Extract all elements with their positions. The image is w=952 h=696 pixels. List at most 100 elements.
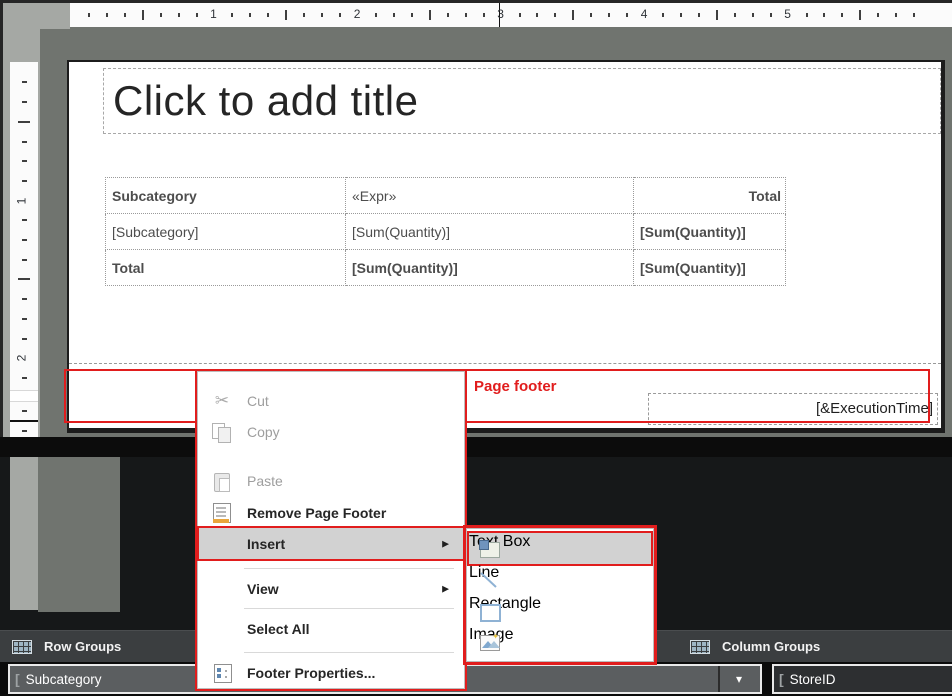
ruler-tick	[22, 180, 27, 182]
tablix-cell[interactable]: [Sum(Quantity)]	[346, 214, 634, 250]
surface-remnant	[38, 457, 120, 612]
submenu-item-line[interactable]: Line	[469, 564, 651, 595]
page-footer-annotation-label: Page footer	[474, 378, 557, 395]
menu-item-label: Insert	[247, 536, 285, 552]
ruler-tick	[249, 13, 251, 17]
ruler-tick	[178, 13, 180, 17]
menu-item-insert[interactable]: Insert ▶	[199, 528, 463, 559]
submenu-item-text-box[interactable]: Text Box	[469, 533, 651, 564]
ruler-tick	[321, 13, 323, 17]
tablix-cell[interactable]: Subcategory	[106, 178, 346, 214]
paste-icon	[211, 471, 233, 491]
ruler-tick	[285, 10, 287, 20]
menu-item-label: Footer Properties...	[247, 665, 375, 681]
ruler-number: 3	[497, 7, 504, 21]
ruler-tick	[22, 318, 27, 320]
submenu-arrow-icon: ▶	[442, 538, 449, 549]
group-bracket-icon: [	[15, 671, 20, 687]
ruler-tick	[806, 13, 808, 17]
group-dropdown-button[interactable]: ▾	[718, 666, 758, 692]
submenu-item-image[interactable]: ✦ Image	[469, 626, 651, 657]
group-bracket-icon: [	[779, 671, 784, 687]
column-group-item-label: StoreID	[790, 672, 836, 687]
ruler-tick	[608, 13, 610, 17]
rectangle-icon	[479, 602, 499, 620]
tablix-cell[interactable]: [Sum(Quantity)]	[634, 214, 786, 250]
ruler-remnant	[10, 457, 38, 610]
tablix-total-row: Total [Sum(Quantity)] [Sum(Quantity)]	[106, 250, 786, 286]
ruler-tick	[124, 13, 126, 17]
tablix-cell[interactable]: [Subcategory]	[106, 214, 346, 250]
menu-item-label: Select All	[247, 621, 310, 637]
ruler-tick	[231, 13, 233, 17]
tablix-cell[interactable]: [Sum(Quantity)]	[634, 250, 786, 286]
ruler-tick	[22, 338, 27, 340]
tablix-cell[interactable]: Total	[106, 250, 346, 286]
image-icon: ✦	[479, 633, 499, 651]
ruler-number: 2	[14, 355, 28, 362]
section-seam	[0, 437, 952, 457]
ruler-tick	[841, 13, 843, 17]
ruler-tick	[465, 13, 467, 17]
ruler-tick	[196, 13, 198, 17]
tablix-cell[interactable]: Total	[634, 178, 786, 214]
menu-item-label: Remove Page Footer	[247, 505, 386, 521]
ruler-tick	[22, 259, 27, 261]
ruler-tick	[18, 278, 30, 280]
ruler-tick	[339, 13, 341, 17]
submenu-arrow-icon: ▶	[442, 584, 449, 595]
chevron-down-icon: ▾	[736, 673, 742, 685]
menu-item-copy[interactable]: Copy	[199, 417, 463, 447]
menu-separator	[244, 608, 454, 609]
menu-item-paste[interactable]: Paste	[199, 466, 463, 496]
ruler-tick	[22, 101, 27, 103]
page-footer-separator	[69, 363, 941, 364]
ruler-tick	[88, 13, 90, 17]
ruler-tick	[267, 13, 269, 17]
menu-item-cut[interactable]: ✂ Cut	[199, 386, 463, 416]
execution-time-textbox[interactable]: [&ExecutionTime]	[648, 393, 938, 425]
ruler-tick	[411, 13, 413, 17]
ruler-tick	[142, 10, 144, 20]
copy-icon	[211, 422, 233, 442]
ruler-tick	[22, 239, 27, 241]
ruler-tick	[554, 13, 556, 17]
ruler-cursor-horizontal-line	[10, 420, 38, 422]
ruler-tick	[22, 160, 27, 162]
ruler-tick	[662, 13, 664, 17]
tablix-header-row: Subcategory «Expr» Total	[106, 178, 786, 214]
ruler-tick	[590, 13, 592, 17]
ruler-tick	[716, 10, 718, 20]
ruler-tick	[429, 10, 431, 20]
menu-item-select-all[interactable]: Select All	[199, 614, 463, 644]
tablix-cell[interactable]: [Sum(Quantity)]	[346, 250, 634, 286]
ruler-tick	[734, 13, 736, 17]
tablix-cell[interactable]: «Expr»	[346, 178, 634, 214]
menu-item-remove-page-footer[interactable]: Remove Page Footer	[199, 498, 463, 528]
insert-submenu: Text Box Line Rectangle ✦ Image	[466, 528, 654, 662]
ruler-tick	[22, 377, 27, 379]
row-groups-title: Row Groups	[44, 639, 121, 654]
ruler-section-gap	[10, 390, 38, 402]
column-groups-icon	[690, 640, 710, 654]
ruler-tick	[913, 13, 915, 17]
menu-item-footer-properties[interactable]: Footer Properties...	[199, 658, 463, 688]
ruler-tick	[626, 13, 628, 17]
ruler-tick	[22, 141, 27, 143]
text-box-icon	[479, 540, 499, 558]
ruler-tick	[22, 219, 27, 221]
report-title-placeholder[interactable]: Click to add title	[103, 68, 941, 134]
menu-item-view[interactable]: View ▶	[199, 574, 463, 604]
ruler-tick	[752, 13, 754, 17]
context-menu: ✂ Cut Copy Paste Remove Page Footer Inse…	[197, 371, 465, 689]
ruler-tick	[823, 13, 825, 17]
ruler-tick	[22, 410, 27, 412]
submenu-item-rectangle[interactable]: Rectangle	[469, 595, 651, 626]
column-groups-title: Column Groups	[722, 639, 820, 654]
ruler-tick	[680, 13, 682, 17]
ruler-tick	[22, 298, 27, 300]
ruler-tick	[160, 13, 162, 17]
column-group-item-storeid[interactable]: [ StoreID	[772, 664, 952, 694]
ruler-number: 4	[641, 7, 648, 21]
menu-separator	[244, 568, 454, 569]
